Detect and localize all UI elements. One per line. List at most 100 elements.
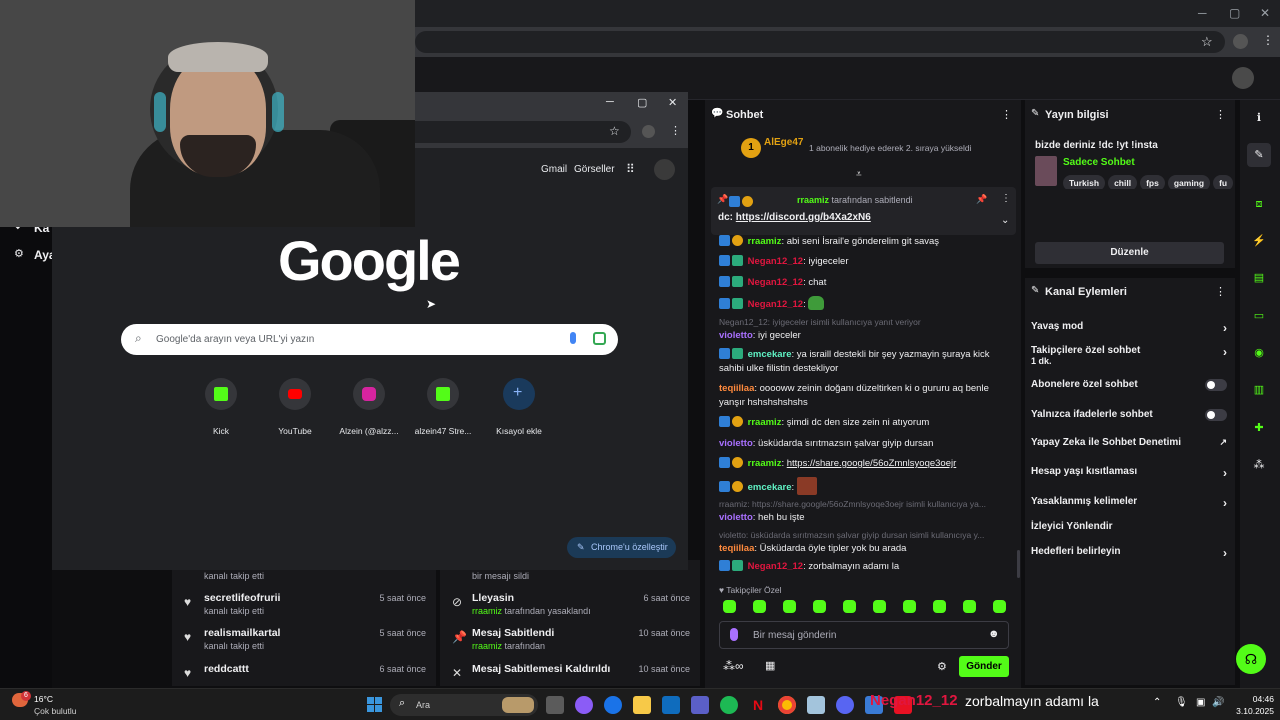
- kick-points-icon[interactable]: ⁂∞: [723, 659, 744, 673]
- action-host[interactable]: İzleyici Yönlendir: [1031, 521, 1227, 535]
- edge-icon[interactable]: [604, 696, 622, 714]
- action-banned-words[interactable]: Yasaklanmış kelimeler ›: [1031, 496, 1227, 510]
- emote[interactable]: [843, 600, 856, 613]
- wrench-icon[interactable]: ✚: [1247, 416, 1271, 440]
- emote[interactable]: [903, 600, 916, 613]
- edit-icon[interactable]: ✎: [1247, 143, 1271, 167]
- shortcut-instagram[interactable]: Alzein (@alzz...: [334, 378, 404, 436]
- copilot-icon[interactable]: [575, 696, 593, 714]
- info-menu-icon[interactable]: ⋮: [1215, 108, 1226, 121]
- lens-search-icon[interactable]: [593, 332, 606, 345]
- document-icon[interactable]: ▤: [1247, 266, 1271, 290]
- action-subscriber-only[interactable]: Abonelere özel sohbet: [1031, 379, 1227, 393]
- tag[interactable]: fps: [1140, 175, 1165, 189]
- broadcast-icon[interactable]: ◉: [1247, 341, 1271, 365]
- action-slow-mode[interactable]: Yavaş mod ›: [1031, 321, 1227, 335]
- clip-icon[interactable]: ⧈: [1247, 192, 1271, 216]
- action-follower-only[interactable]: Takipçilere özel sohbet 1 dk. ›: [1031, 345, 1227, 369]
- chat-scrollbar[interactable]: [1017, 550, 1020, 578]
- google-search-box[interactable]: ⌕ Google'da arayın veya URL'yi yazın: [121, 324, 618, 355]
- chat-username[interactable]: violetto: [719, 330, 753, 341]
- unpin-icon[interactable]: 📌: [976, 194, 987, 205]
- shortcut-youtube[interactable]: YouTube: [260, 378, 330, 436]
- tag[interactable]: Turkish: [1063, 175, 1106, 189]
- emoji-icon[interactable]: ☻: [988, 628, 1000, 640]
- community-icon[interactable]: ⁂: [1247, 453, 1271, 477]
- send-button[interactable]: Gönder: [959, 656, 1009, 677]
- network-icon[interactable]: ▣: [1196, 697, 1205, 708]
- emote[interactable]: [783, 600, 796, 613]
- task-view-icon[interactable]: [546, 696, 564, 714]
- weather-text[interactable]: Çok bulutlu: [34, 706, 77, 716]
- chat-icon[interactable]: ▭: [1247, 304, 1271, 328]
- pinned-by-user[interactable]: rraamiz: [797, 195, 829, 205]
- action-goals[interactable]: Hedefleri belirleyin ›: [1031, 546, 1227, 560]
- feed-item-user[interactable]: rraamiz: [472, 641, 502, 651]
- chevron-down-icon[interactable]: ⌄: [1001, 215, 1009, 226]
- inner-address-bar[interactable]: [415, 121, 631, 143]
- taskbar-date[interactable]: 3.10.2025: [1228, 706, 1274, 716]
- action-emote-only[interactable]: Yalnızca ifadelerle sohbet: [1031, 409, 1227, 423]
- feed-item-name[interactable]: secretlifeofrurii: [204, 592, 280, 604]
- subscriber-only-toggle[interactable]: [1205, 379, 1227, 391]
- chat-username[interactable]: teqiillaa: [719, 383, 754, 394]
- chat-username[interactable]: emcekare: [748, 349, 792, 360]
- feed-item-name[interactable]: Mesaj Sabitlendi: [472, 627, 554, 639]
- action-ai-moderation[interactable]: Yapay Zeka ile Sohbet Denetimi ↗: [1031, 437, 1227, 451]
- store-icon[interactable]: ▦: [765, 659, 775, 672]
- profile-avatar[interactable]: [1233, 34, 1248, 49]
- bookmark-star-icon[interactable]: ☆: [609, 124, 620, 138]
- chat-username[interactable]: Negan12_12: [748, 299, 803, 310]
- inner-close-button[interactable]: ✕: [668, 96, 677, 109]
- add-shortcut-button[interactable]: + Kısayol ekle: [484, 378, 554, 436]
- reply-context[interactable]: violetto: üsküdarda sırıtmazsın şalvar g…: [719, 528, 1015, 542]
- edit-button[interactable]: Düzenle: [1035, 242, 1224, 264]
- inner-minimize-button[interactable]: ─: [606, 96, 614, 108]
- app-icon[interactable]: [807, 696, 825, 714]
- maximize-button[interactable]: ▢: [1229, 6, 1240, 20]
- windows-start-icon[interactable]: [367, 697, 383, 713]
- emote-only-toggle[interactable]: [1205, 409, 1227, 421]
- chat-username[interactable]: rraamiz: [748, 236, 782, 247]
- weather-temp[interactable]: 16°C: [34, 694, 53, 704]
- inner-menu-icon[interactable]: ⋮: [670, 124, 681, 137]
- inner-maximize-button[interactable]: ▢: [637, 96, 647, 109]
- customize-chrome-button[interactable]: ✎ Chrome'u özelleştir: [567, 537, 676, 558]
- close-button[interactable]: ✕: [1260, 6, 1270, 20]
- inner-profile-avatar[interactable]: [642, 125, 655, 138]
- feed-item-user[interactable]: rraamiz: [472, 606, 502, 616]
- spotify-icon[interactable]: [720, 696, 738, 714]
- chat-link[interactable]: https://share.google/56oZmnlsyoqe3oejr: [787, 458, 957, 469]
- tag[interactable]: chill: [1108, 175, 1138, 189]
- minimize-button[interactable]: ─: [1198, 6, 1207, 20]
- actions-menu-icon[interactable]: ⋮: [1215, 285, 1226, 298]
- chat-username[interactable]: Negan12_12: [748, 256, 803, 267]
- info-icon[interactable]: ℹ: [1247, 106, 1271, 130]
- chat-username[interactable]: rraamiz: [748, 458, 782, 469]
- emote[interactable]: [933, 600, 946, 613]
- chat-username[interactable]: Negan12_12: [748, 561, 803, 572]
- chrome-icon[interactable]: [778, 696, 796, 714]
- outer-address-bar[interactable]: [415, 31, 1225, 53]
- shortcut-kick[interactable]: Kick: [186, 378, 256, 436]
- feed-item-name[interactable]: Mesaj Sabitlemesi Kaldırıldı: [472, 663, 610, 675]
- netflix-icon[interactable]: N: [749, 696, 767, 714]
- feed-item-name[interactable]: realismailkartal: [204, 627, 280, 639]
- volume-icon[interactable]: 🔊: [1212, 697, 1224, 708]
- collapse-events-icon[interactable]: ⩡: [856, 169, 862, 180]
- chat-username[interactable]: violetto: [719, 512, 753, 523]
- reply-context[interactable]: rraamiz: https://share.google/56oZmnlsyo…: [719, 497, 1015, 511]
- images-link[interactable]: Görseller: [574, 164, 615, 175]
- taskbar-time[interactable]: 04:46: [1234, 694, 1274, 704]
- user-avatar[interactable]: [1232, 67, 1254, 89]
- outlook-icon[interactable]: [662, 696, 680, 714]
- chat-username[interactable]: teqiillaa: [719, 543, 754, 554]
- pinned-menu-icon[interactable]: ⋮: [1001, 193, 1011, 204]
- google-account-avatar[interactable]: [654, 159, 675, 180]
- support-headset-icon[interactable]: ☊: [1236, 644, 1266, 674]
- discord-icon[interactable]: [836, 696, 854, 714]
- emote[interactable]: [963, 600, 976, 613]
- action-account-age[interactable]: Hesap yaşı kısıtlaması ›: [1031, 466, 1227, 480]
- mic-icon[interactable]: [730, 628, 738, 641]
- tag[interactable]: fu: [1213, 175, 1233, 189]
